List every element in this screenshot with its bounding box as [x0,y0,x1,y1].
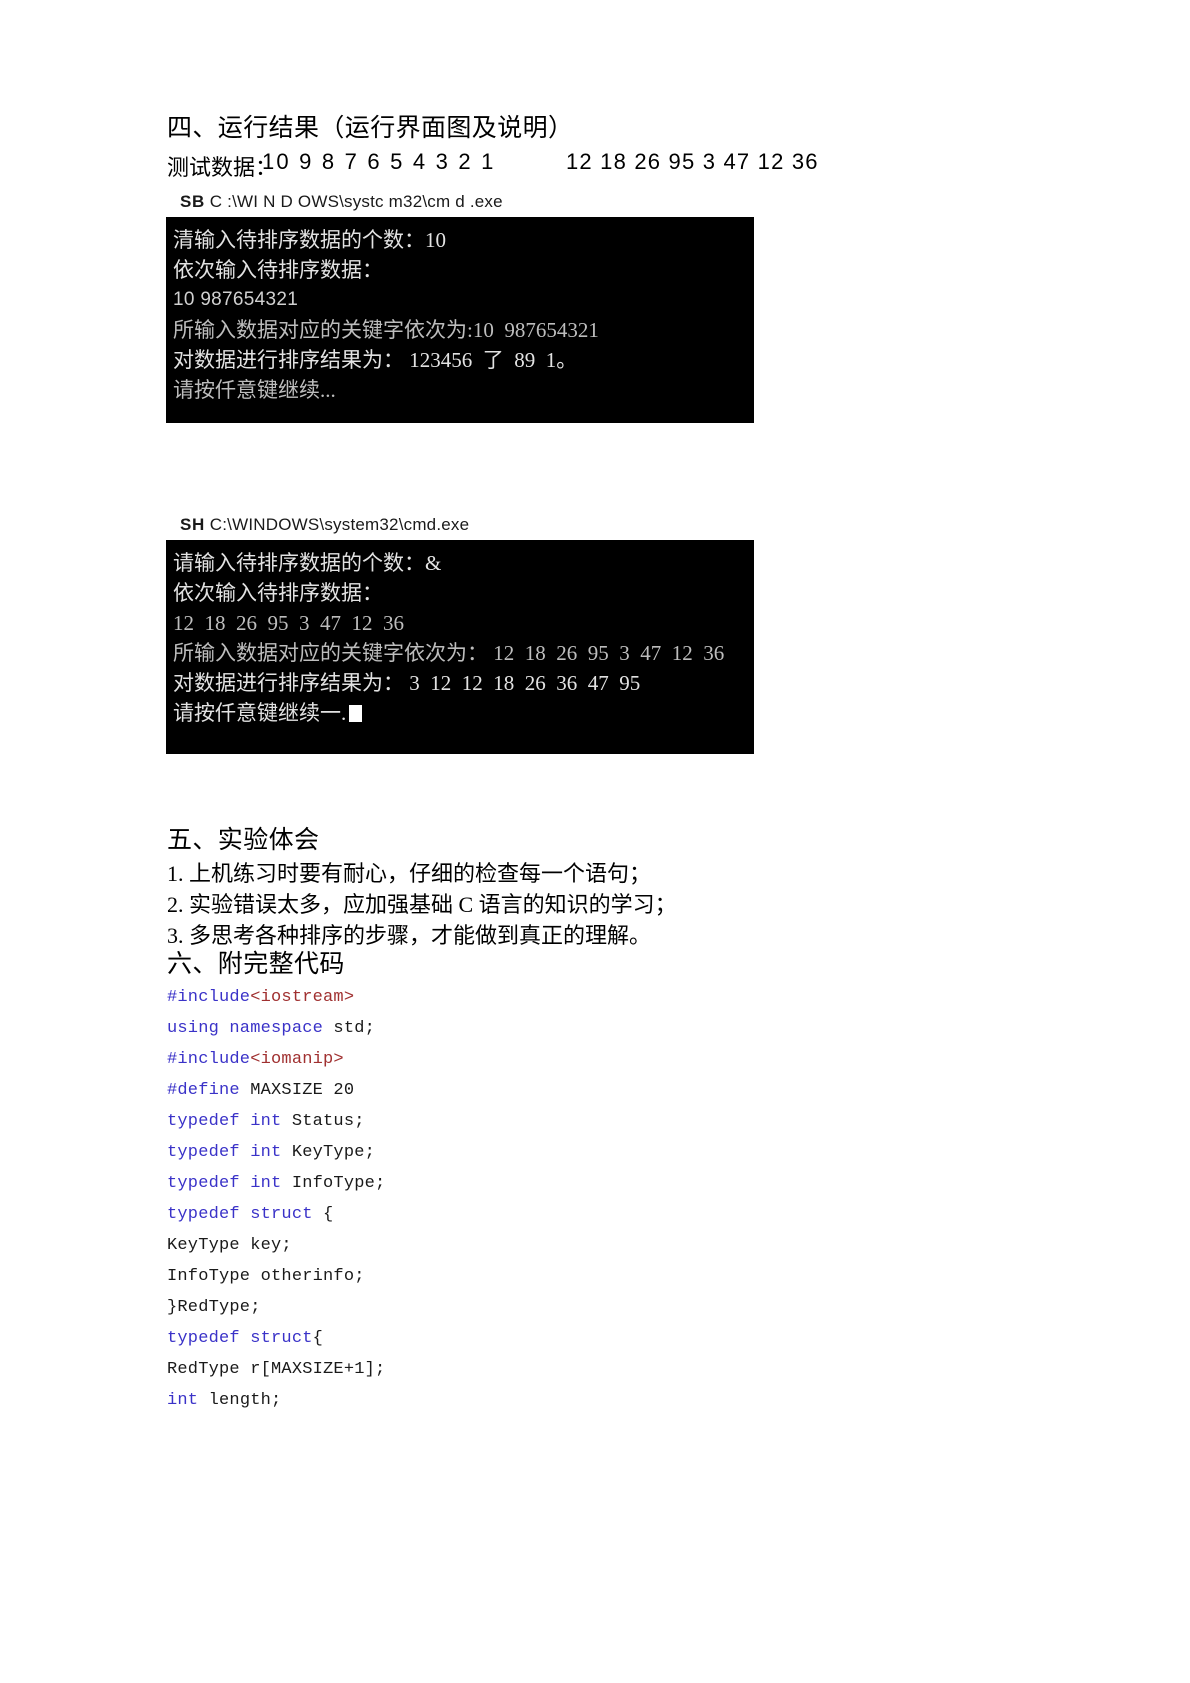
results-section-heading: 四、运行结果（运行界面图及说明） [167,115,574,142]
code-keyword: int [167,1391,199,1410]
code-section-heading: 六、附完整代码 [167,951,345,978]
code-header: <iostream> [250,988,355,1007]
code-plain: std; [323,1019,376,1038]
code-plain: { [312,1329,324,1348]
code-plain: }RedType; [167,1298,261,1317]
code-keyword: typedef struct [167,1329,313,1348]
console-line-text: 请按仟意键继续一. [173,701,347,725]
code-plain: InfoType otherinfo; [167,1267,365,1286]
console-line: 10 987654321 [173,289,299,310]
reflection-item-3: 3. 多思考各种排序的步骤，才能做到真正的理解。 [167,923,652,948]
code-line: using namespace std; [167,1018,375,1040]
code-plain: RedType r[MAXSIZE+1]; [167,1360,386,1379]
cursor-block-icon [349,705,363,722]
test-data-label: 测试数据： [167,155,278,180]
code-line: typedef struct{ [167,1328,323,1350]
console-1-title-path: C :\WI N D OWS\systc m32\cm d .exe [209,192,503,211]
console-1-output: 清输入待排序数据的个数：10 依次输入待排序数据： 10 987654321 所… [166,217,754,423]
code-keyword: #include [167,1050,251,1069]
reflection-section-heading: 五、实验体会 [167,827,320,854]
code-plain: Status; [281,1112,365,1131]
code-keyword: typedef int [167,1143,282,1162]
console-2-app-mark: SH [180,515,205,534]
console-2-titlebar: SH C:\WINDOWS\system32\cmd.exe [166,515,754,540]
code-plain: InfoType; [281,1174,386,1193]
test-data-set-1: 10 9 8 7 6 5 4 3 2 1 [262,149,496,174]
code-keyword: #define [167,1081,240,1100]
console-line: 依次输入待排序数据： [173,258,383,282]
code-plain: KeyType; [281,1143,376,1162]
console-line: 所输入数据对应的关键字依次为： 12 18 26 95 3 47 12 36 [173,641,725,665]
code-plain: { [312,1205,334,1224]
console-line: 所输入数据对应的关键字依次为:10 987654321 [173,318,599,342]
code-keyword: typedef struct [167,1205,313,1224]
code-keyword: using namespace [167,1019,324,1038]
console-line: 请按仟意键继续... [173,378,336,402]
code-keyword: typedef int [167,1112,282,1131]
document-page: 四、运行结果（运行界面图及说明） 测试数据： 10 9 8 7 6 5 4 3 … [0,0,1190,1683]
code-header: <iomanip> [250,1050,344,1069]
code-line: InfoType otherinfo; [167,1266,365,1288]
code-line: #include<iostream> [167,987,354,1009]
code-line: #include<iomanip> [167,1049,344,1071]
code-line: #define MAXSIZE 20 [167,1080,354,1102]
console-line: 12 18 26 95 3 47 12 36 [173,611,404,635]
console-line: 请输入待排序数据的个数：& [173,551,442,575]
console-line-with-cursor: 请按仟意键继续一. [169,698,754,728]
console-line: 清输入待排序数据的个数：10 [173,228,446,252]
console-2-output: 请输入待排序数据的个数：& 依次输入待排序数据： 12 18 26 95 3 4… [166,540,754,754]
code-keyword: #include [167,988,251,1007]
code-plain: MAXSIZE 20 [239,1081,355,1100]
console-line: 依次输入待排序数据： [173,581,383,605]
code-line: RedType r[MAXSIZE+1]; [167,1359,385,1381]
code-line: int length; [167,1390,281,1412]
code-line: typedef struct { [167,1204,333,1226]
console-window-1: SB C :\WI N D OWS\systc m32\cm d .exe 清输… [166,192,754,423]
code-plain: KeyType key; [167,1236,292,1255]
console-2-title-path: C:\WINDOWS\system32\cmd.exe [209,515,470,534]
test-data-set-2: 12 18 26 95 3 47 12 36 [566,149,819,174]
code-line: typedef int Status; [167,1111,365,1133]
console-window-2: SH C:\WINDOWS\system32\cmd.exe 请输入待排序数据的… [166,515,754,754]
code-keyword: typedef int [167,1174,282,1193]
console-1-app-mark: SB [180,192,205,211]
code-line: KeyType key; [167,1235,292,1257]
code-line: typedef int InfoType; [167,1173,385,1195]
code-line: typedef int KeyType; [167,1142,375,1164]
code-plain: length; [198,1391,282,1410]
console-line: 对数据进行排序结果为： 3 12 12 18 26 36 47 95 [173,671,641,695]
console-line: 对数据进行排序结果为： 123456 了 89 1。 [173,348,578,372]
reflection-item-1: 1. 上机练习时要有耐心，仔细的检查每一个语句； [167,861,652,886]
reflection-item-2: 2. 实验错误太多，应加强基础 C 语言的知识的学习； [167,892,677,917]
console-1-titlebar: SB C :\WI N D OWS\systc m32\cm d .exe [166,192,754,217]
code-line: }RedType; [167,1297,261,1319]
